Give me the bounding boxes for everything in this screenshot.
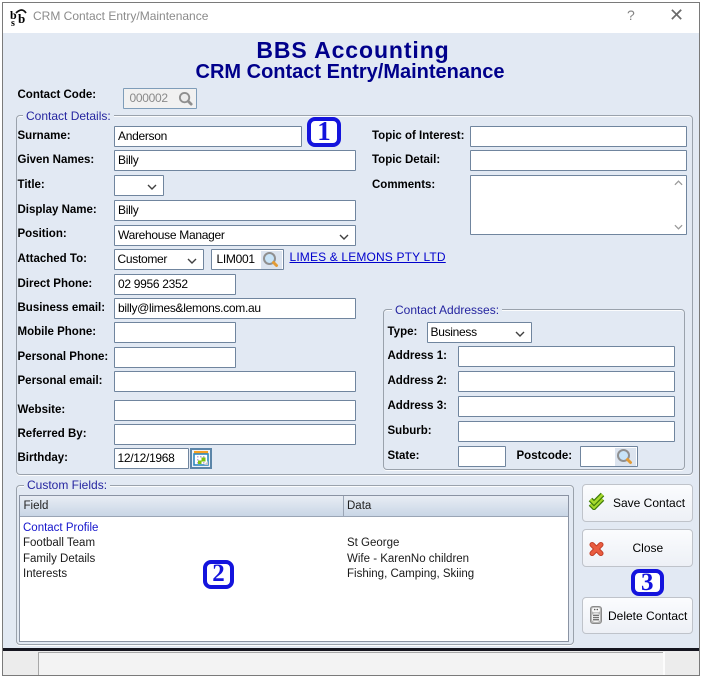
svg-text:s: s bbox=[11, 18, 15, 26]
svg-text:b: b bbox=[18, 11, 25, 26]
